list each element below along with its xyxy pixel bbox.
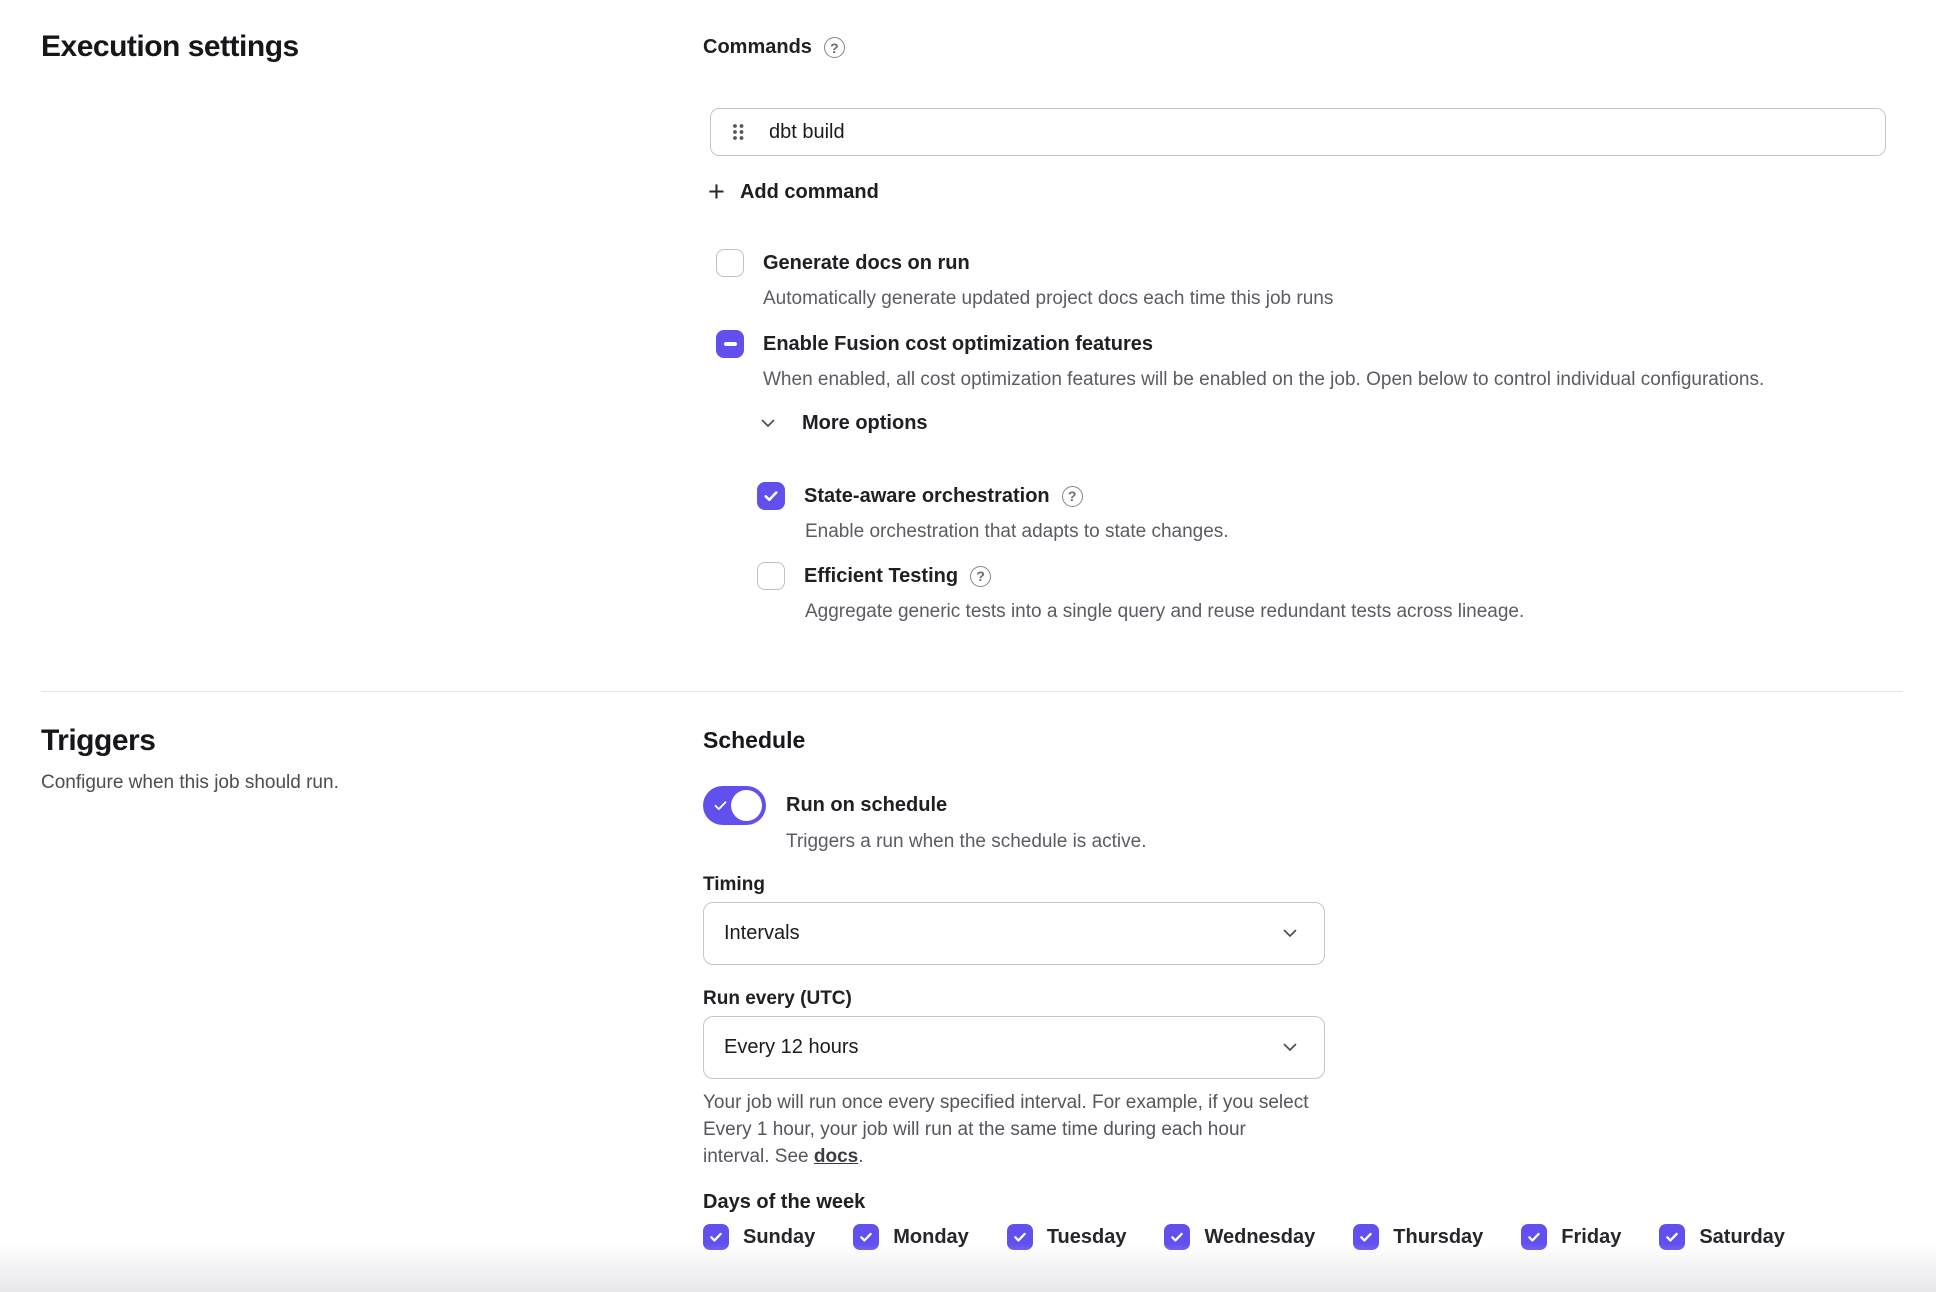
day-label: Tuesday (1047, 1226, 1127, 1249)
generate-docs-label: Generate docs on run (763, 252, 970, 275)
days-of-week-row: Sunday Monday Tuesday Wednesday Thursday… (703, 1224, 1785, 1250)
generate-docs-checkbox[interactable] (716, 249, 744, 277)
efficient-testing-help-icon[interactable]: ? (970, 566, 991, 587)
more-options-expander[interactable]: More options (758, 412, 928, 435)
run-on-schedule-label: Run on schedule (786, 794, 947, 817)
monday-checkbox[interactable] (853, 1224, 879, 1250)
add-command-button[interactable]: + Add command (708, 178, 879, 206)
more-options-label: More options (802, 412, 928, 435)
day-label: Wednesday (1204, 1226, 1315, 1249)
day-label: Saturday (1699, 1226, 1785, 1249)
commands-help-icon[interactable]: ? (824, 37, 845, 58)
day-item-friday[interactable]: Friday (1521, 1224, 1621, 1250)
command-value[interactable]: dbt build (769, 121, 845, 144)
run-on-schedule-description: Triggers a run when the schedule is acti… (786, 831, 1146, 853)
timing-select[interactable]: Intervals (703, 902, 1325, 965)
job-settings-page: Execution settings Commands ? dbt build … (0, 0, 1936, 1292)
run-every-value: Every 12 hours (724, 1036, 859, 1059)
plus-icon: + (708, 178, 725, 206)
bottom-scroll-fade (0, 1244, 1936, 1292)
fusion-label: Enable Fusion cost optimization features (763, 333, 1153, 356)
triggers-subtitle: Configure when this job should run. (41, 772, 339, 794)
day-item-monday[interactable]: Monday (853, 1224, 969, 1250)
efficient-testing-label: Efficient Testing (804, 565, 958, 588)
efficient-testing-row: Efficient Testing ? (757, 562, 991, 590)
state-aware-checkbox[interactable] (757, 482, 785, 510)
timing-value: Intervals (724, 922, 800, 945)
toggle-knob (731, 790, 762, 821)
run-every-select[interactable]: Every 12 hours (703, 1016, 1325, 1079)
state-aware-description: Enable orchestration that adapts to stat… (805, 521, 1229, 543)
day-label: Monday (893, 1226, 969, 1249)
friday-checkbox[interactable] (1521, 1224, 1547, 1250)
day-item-wednesday[interactable]: Wednesday (1164, 1224, 1315, 1250)
run-every-label: Run every (UTC) (703, 988, 852, 1010)
chevron-down-icon (1280, 1038, 1300, 1058)
command-input[interactable]: dbt build (710, 108, 1886, 156)
chevron-down-icon (1280, 924, 1300, 944)
thursday-checkbox[interactable] (1353, 1224, 1379, 1250)
commands-label-row: Commands ? (703, 36, 845, 59)
commands-label: Commands (703, 36, 812, 59)
add-command-label: Add command (740, 181, 879, 204)
saturday-checkbox[interactable] (1659, 1224, 1685, 1250)
efficient-testing-description: Aggregate generic tests into a single qu… (805, 601, 1524, 623)
help-text-after: . (858, 1146, 863, 1167)
sunday-checkbox[interactable] (703, 1224, 729, 1250)
generate-docs-description: Automatically generate updated project d… (763, 288, 1333, 310)
day-item-tuesday[interactable]: Tuesday (1007, 1224, 1127, 1250)
days-of-week-label: Days of the week (703, 1191, 865, 1214)
generate-docs-row: Generate docs on run (716, 249, 970, 277)
day-item-saturday[interactable]: Saturday (1659, 1224, 1785, 1250)
day-label: Sunday (743, 1226, 815, 1249)
fusion-checkbox[interactable] (716, 330, 744, 358)
state-aware-label: State-aware orchestration (804, 485, 1050, 508)
section-divider (41, 691, 1903, 692)
checkmark-icon (762, 487, 780, 505)
efficient-testing-checkbox[interactable] (757, 562, 785, 590)
fusion-row: Enable Fusion cost optimization features (716, 330, 1153, 358)
schedule-title: Schedule (703, 727, 805, 754)
fusion-description: When enabled, all cost optimization feat… (763, 369, 1764, 391)
day-label: Thursday (1393, 1226, 1483, 1249)
wednesday-checkbox[interactable] (1164, 1224, 1190, 1250)
execution-settings-title: Execution settings (41, 30, 299, 64)
state-aware-row: State-aware orchestration ? (757, 482, 1083, 510)
day-item-sunday[interactable]: Sunday (703, 1224, 815, 1250)
triggers-title: Triggers (41, 724, 155, 758)
chevron-down-icon (758, 414, 778, 434)
toggle-check-icon (712, 797, 729, 819)
tuesday-checkbox[interactable] (1007, 1224, 1033, 1250)
run-on-schedule-toggle[interactable] (703, 786, 766, 825)
drag-handle-icon[interactable] (731, 122, 745, 142)
help-text-before: Your job will run once every specified i… (703, 1092, 1308, 1167)
day-label: Friday (1561, 1226, 1621, 1249)
timing-label: Timing (703, 874, 765, 896)
state-aware-help-icon[interactable]: ? (1062, 486, 1083, 507)
day-item-thursday[interactable]: Thursday (1353, 1224, 1483, 1250)
docs-link[interactable]: docs (814, 1146, 858, 1167)
run-every-help-text: Your job will run once every specified i… (703, 1089, 1313, 1170)
